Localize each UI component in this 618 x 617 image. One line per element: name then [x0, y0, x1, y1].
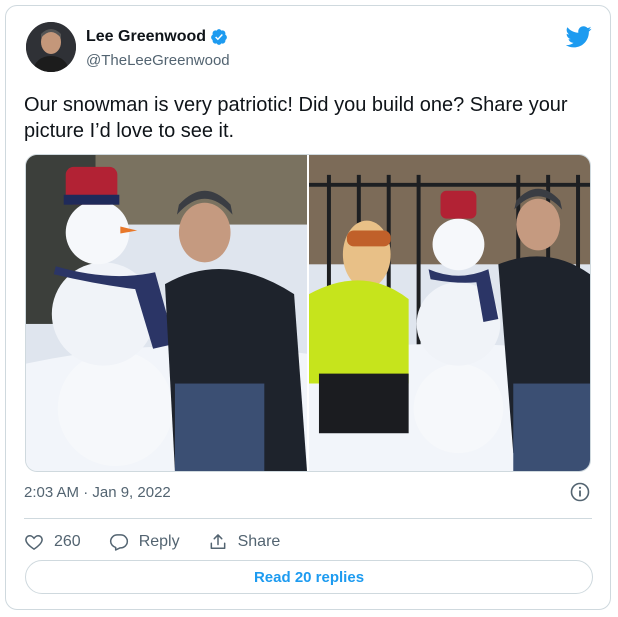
action-bar: 260 Reply Share [24, 528, 308, 556]
reply-button[interactable]: Reply [109, 532, 180, 552]
tweet-timestamp[interactable]: 2:03 AM · Jan 9, 2022 [24, 484, 171, 501]
tweet-media[interactable] [25, 154, 591, 472]
divider [24, 518, 592, 519]
reply-icon [109, 534, 128, 551]
share-icon [210, 534, 226, 549]
verified-badge-icon [210, 28, 228, 46]
tweet-card: Lee Greenwood @TheLeeGreenwood Our snowm… [5, 5, 611, 610]
heart-icon [25, 534, 43, 550]
author-avatar[interactable] [26, 22, 76, 72]
like-count: 260 [54, 533, 81, 550]
twitter-bird-icon[interactable] [565, 26, 592, 48]
author-display-name[interactable]: Lee Greenwood [86, 28, 206, 46]
read-replies-button[interactable]: Read 20 replies [25, 560, 593, 594]
reply-label: Reply [138, 533, 180, 550]
author-handle[interactable]: @TheLeeGreenwood [86, 52, 230, 69]
tweet-text: Our snowman is very patriotic! Did you b… [24, 94, 568, 142]
photo-snowman-family[interactable] [309, 155, 590, 471]
photo-snowman-man[interactable] [26, 155, 307, 471]
like-button[interactable]: 260 [24, 532, 81, 552]
share-label: Share [237, 533, 281, 550]
share-button[interactable]: Share [208, 532, 281, 552]
info-icon[interactable] [570, 482, 590, 502]
